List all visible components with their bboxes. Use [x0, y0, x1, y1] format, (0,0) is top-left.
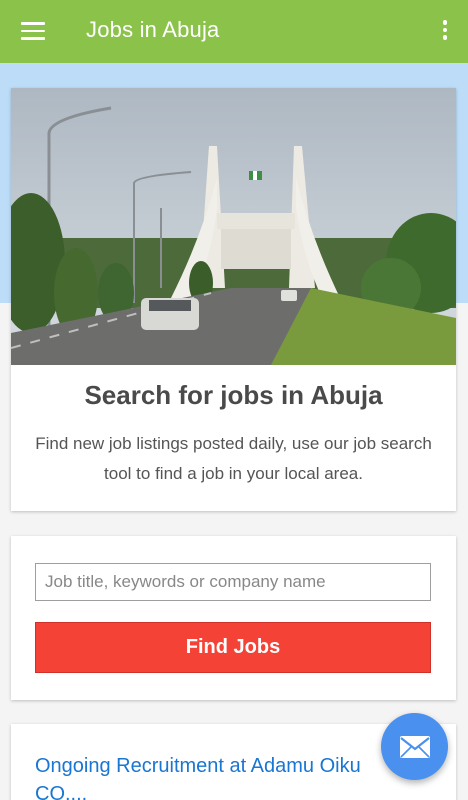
- hero-description: Find new job listings posted daily, use …: [35, 434, 432, 483]
- app-bar: Jobs in Abuja: [0, 0, 468, 63]
- hamburger-menu-icon[interactable]: [21, 22, 45, 40]
- more-vert-icon[interactable]: [442, 20, 448, 42]
- job-listing-title[interactable]: Ongoing Recruitment at Adamu Oiku CO....: [35, 752, 395, 800]
- email-fab-button[interactable]: [381, 713, 448, 780]
- hero-title: Search for jobs in Abuja: [84, 380, 383, 410]
- hero-card: Search for jobs in Abuja Find new job li…: [11, 88, 456, 511]
- find-jobs-button[interactable]: Find Jobs: [35, 622, 431, 673]
- search-input[interactable]: [35, 563, 431, 601]
- envelope-icon: [399, 735, 430, 758]
- app-title: Jobs in Abuja: [86, 17, 220, 42]
- search-card: Find Jobs: [11, 536, 456, 700]
- abuja-city-gate-photo: [11, 88, 456, 365]
